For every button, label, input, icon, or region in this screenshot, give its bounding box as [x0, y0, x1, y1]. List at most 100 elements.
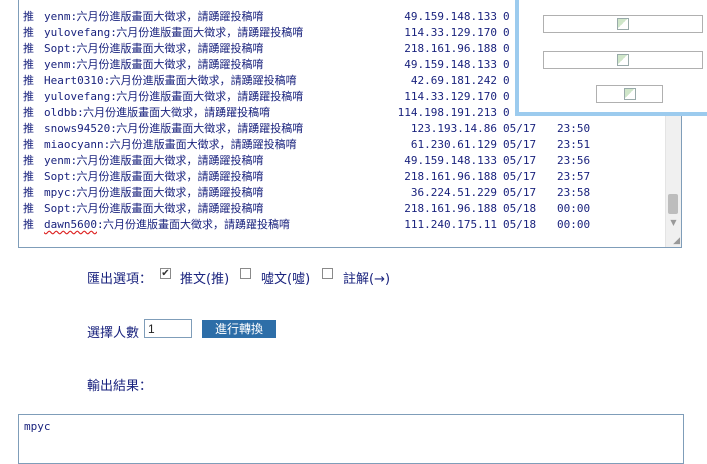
comment-date: 05/17	[503, 186, 537, 199]
comment-time: 00:00	[557, 202, 591, 215]
comment-tag: 推	[23, 106, 34, 119]
push-checkbox[interactable]: ✔	[160, 268, 171, 279]
comment-ip: 49.159.148.133	[404, 58, 497, 71]
comment-message: 六月份進版畫面大徵求，請踴躍投稿唷	[76, 154, 264, 167]
comment-tag: 推	[23, 218, 34, 231]
resize-grip-icon[interactable]: ◢	[670, 236, 680, 246]
note-checkbox[interactable]	[322, 268, 333, 279]
broken-image-icon	[617, 54, 629, 66]
comment-message: 六月份進版畫面大徵求，請踴躍投稿唷	[83, 106, 271, 119]
comment-date: 0	[503, 106, 510, 119]
comment-user: Heart0310	[44, 74, 104, 87]
scroll-down-arrow-icon[interactable]: ▼	[668, 217, 679, 229]
comment-date: 0	[503, 42, 510, 55]
comment-tag: 推	[23, 122, 34, 135]
comment-row: 推 yenm 49.159.148.133 05/17 23:56 六月份進版畫面大徵求，…	[23, 153, 663, 169]
comment-ip: 218.161.96.188	[404, 42, 497, 55]
comment-user: Sopt	[44, 202, 71, 215]
convert-button[interactable]: 進行轉換	[202, 320, 276, 338]
comment-message: 六月份進版畫面大徵求，請踴躍投稿唷	[109, 138, 297, 151]
comment-message: 六月份進版畫面大徵求，請踴躍投稿唷	[116, 122, 304, 135]
comment-time: 23:58	[557, 186, 591, 199]
comment-separator: :	[110, 90, 117, 103]
comment-message: 六月份進版畫面大徵求，請踴躍投稿唷	[109, 74, 297, 87]
comment-message: 六月份進版畫面大徵求，請踴躍投稿唷	[76, 202, 264, 215]
comment-row: 推 dawn5600 111.240.175.11 05/18 00:00 六月份進版畫面…	[23, 217, 663, 233]
comment-message: 六月份進版畫面大徵求，請踴躍投稿唷	[76, 186, 264, 199]
comment-user: dawn5600	[44, 218, 97, 231]
broken-image-icon	[617, 18, 629, 30]
comment-tag: 推	[23, 170, 34, 183]
comment-tag: 推	[23, 74, 34, 87]
comment-message: 六月份進版畫面大徵求，請踴躍投稿唷	[76, 58, 264, 71]
comment-user: yulovefang	[44, 90, 111, 103]
boo-checkbox-label: 噓文(噓)	[261, 272, 311, 287]
comment-separator: :	[110, 122, 117, 135]
comment-tag: 推	[23, 42, 34, 55]
comment-date: 05/17	[503, 138, 537, 151]
comment-date: 0	[503, 58, 510, 71]
comment-message: 六月份進版畫面大徵求，請踴躍投稿唷	[76, 42, 264, 55]
comment-ip: 49.159.148.133	[404, 154, 497, 167]
comment-time: 23:57	[557, 170, 591, 183]
comment-ip: 49.159.148.133	[404, 10, 497, 23]
comment-ip: 114.33.129.170	[404, 90, 497, 103]
comment-tag: 推	[23, 90, 34, 103]
export-options-label: 匯出選項：	[87, 272, 153, 287]
comment-separator: :	[70, 170, 78, 183]
comment-tag: 推	[23, 186, 34, 199]
comment-user: Sopt	[44, 170, 71, 183]
comment-date: 05/18	[503, 202, 537, 215]
comment-time: 23:56	[557, 154, 591, 167]
comment-tag: 推	[23, 138, 34, 151]
comment-separator: :	[70, 42, 78, 55]
comment-user: yenm	[44, 58, 71, 71]
comment-user: snows94520	[44, 122, 111, 135]
comment-row: 推 Sopt 218.161.96.188 05/17 23:57 六月份進版畫面大徵求，…	[23, 169, 663, 185]
note-checkbox-label: 註解(→)	[343, 272, 391, 287]
comment-tag: 推	[23, 202, 34, 215]
comment-separator: :	[103, 138, 111, 151]
comment-ip: 111.240.175.11	[404, 218, 497, 231]
comment-date: 05/17	[503, 170, 537, 183]
comment-row: 推 mpyc 36.224.51.229 05/17 23:58 六月份進版畫面大徵求，請…	[23, 185, 663, 201]
comment-tag: 推	[23, 58, 34, 71]
scrollbar-thumb[interactable]	[668, 194, 678, 214]
comment-row: 推 snows94520 123.193.14.86 05/17 23:50 六月份進版畫…	[23, 121, 663, 137]
comment-separator: :	[70, 202, 78, 215]
comment-separator: :	[96, 218, 104, 231]
comment-separator: :	[103, 74, 111, 87]
comment-separator: :	[70, 58, 78, 71]
comment-ip: 218.161.96.188	[404, 170, 497, 183]
push-checkbox-label: 推文(推)	[180, 272, 230, 287]
output-label: 輸出結果：	[87, 379, 153, 394]
comment-message: 六月份進版畫面大徵求，請踴躍投稿唷	[76, 10, 264, 23]
count-input[interactable]	[144, 319, 192, 338]
comment-date: 0	[503, 90, 510, 103]
comment-message: 六月份進版畫面大徵求，請踴躍投稿唷	[76, 170, 264, 183]
comment-time: 23:51	[557, 138, 591, 151]
comment-separator: :	[70, 10, 78, 23]
comment-time: 23:50	[557, 122, 591, 135]
ad-image-2[interactable]	[543, 51, 703, 69]
comment-ip: 218.161.96.188	[404, 202, 497, 215]
ad-image-3[interactable]	[596, 85, 663, 103]
comment-ip: 123.193.14.86	[410, 122, 497, 135]
comment-row: 推 Sopt 218.161.96.188 05/18 00:00 六月份進版畫面大徵求，…	[23, 201, 663, 217]
comment-row: 推 miaocyann 61.230.61.129 05/17 23:51 六月份進版畫面…	[23, 137, 663, 153]
comment-user: mpyc	[44, 186, 71, 199]
boo-checkbox[interactable]	[240, 268, 251, 279]
ad-image-1[interactable]	[543, 15, 703, 33]
comment-date: 0	[503, 74, 510, 87]
comment-ip: 36.224.51.229	[410, 186, 497, 199]
comment-user: miaocyann	[44, 138, 104, 151]
comment-message: 六月份進版畫面大徵求，請踴躍投稿唷	[102, 218, 290, 231]
comment-separator: :	[70, 186, 78, 199]
comment-message: 六月份進版畫面大徵求，請踴躍投稿唷	[116, 26, 304, 39]
comment-tag: 推	[23, 10, 34, 23]
comment-tag: 推	[23, 26, 34, 39]
comment-user: yenm	[44, 154, 71, 167]
comment-date: 0	[503, 26, 510, 39]
comment-ip: 42.69.181.242	[410, 74, 497, 87]
result-textarea[interactable]: mpyc	[18, 414, 684, 464]
